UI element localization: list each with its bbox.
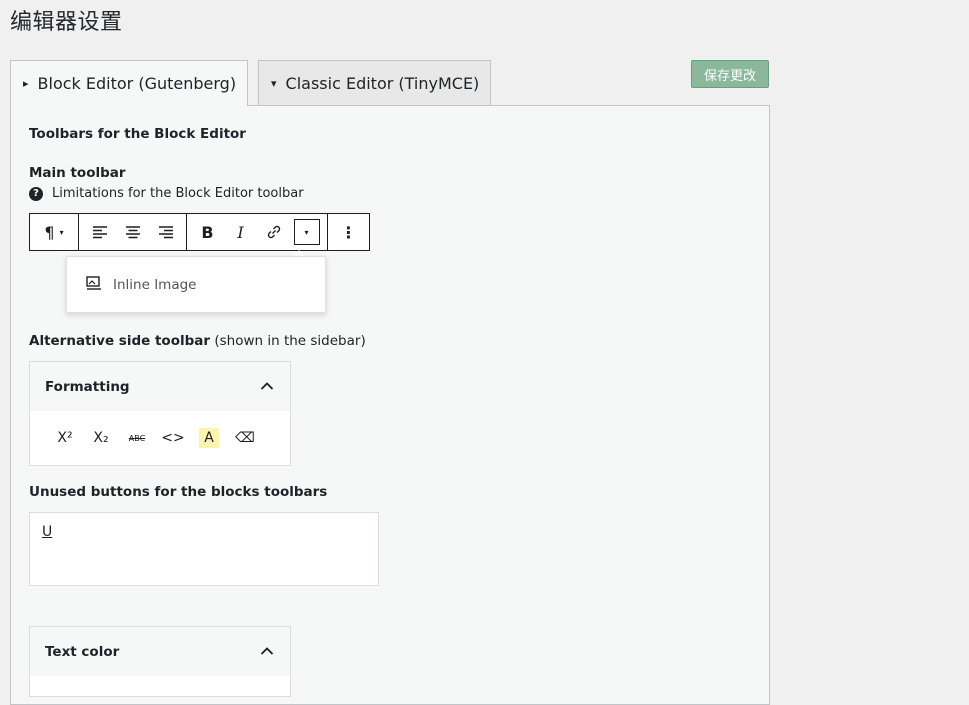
italic-icon[interactable]: I (224, 214, 257, 250)
chevron-up-icon[interactable] (260, 379, 274, 395)
unused-buttons-area[interactable]: U (29, 512, 379, 586)
align-center-icon[interactable] (116, 214, 149, 250)
save-changes-button[interactable]: 保存更改 (691, 60, 769, 88)
alt-side-toolbar-title: Alternative side toolbar (29, 333, 211, 349)
toolbar-group-options: ⋮ (328, 214, 369, 250)
superscript-icon[interactable]: X² (47, 420, 83, 456)
text-color-card-body (30, 676, 290, 696)
more-options-icon[interactable]: ⋮ (332, 214, 365, 250)
strikethrough-icon[interactable]: ABC (119, 420, 155, 456)
formatting-card-body: X² X₂ ABC <> A ⌫ (30, 411, 290, 465)
chevron-up-icon[interactable] (260, 644, 274, 660)
bold-icon[interactable]: B (191, 214, 224, 250)
tab-block-editor[interactable]: ▸ Block Editor (Gutenberg) (10, 60, 248, 106)
tab-expanded-arrow-icon: ▾ (271, 76, 277, 90)
clear-formatting-icon[interactable]: ⌫ (227, 420, 263, 456)
limitations-help[interactable]: ? Limitations for the Block Editor toolb… (29, 186, 304, 201)
subscript-icon[interactable]: X₂ (83, 420, 119, 456)
tab-label: Block Editor (Gutenberg) (37, 74, 237, 93)
tab-collapsed-arrow-icon: ▸ (23, 77, 29, 90)
page-title: 编辑器设置 (10, 10, 123, 35)
tab-classic-editor[interactable]: ▾ Classic Editor (TinyMCE) (258, 60, 491, 105)
formatting-card: Formatting X² X₂ ABC <> A ⌫ (29, 361, 291, 466)
main-toolbar: ¶ ▾ B I ▾ ⋮ (29, 213, 370, 251)
question-icon: ? (29, 186, 43, 201)
underline-icon[interactable]: U (42, 524, 52, 540)
toolbar-group-block: ¶ ▾ (30, 214, 79, 250)
toolbar-group-align (79, 214, 187, 250)
highlight-icon[interactable]: A (191, 420, 227, 456)
text-color-card: Text color (29, 626, 291, 697)
inline-image-icon (85, 275, 103, 295)
toolbars-heading: Toolbars for the Block Editor (29, 126, 246, 142)
more-formats-dropdown[interactable]: Inline Image (66, 256, 326, 313)
toolbar-group-format: B I ▾ (187, 214, 328, 250)
more-formats-chevron-down-icon[interactable]: ▾ (290, 214, 323, 250)
inline-code-icon[interactable]: <> (155, 420, 191, 456)
link-icon[interactable] (257, 214, 290, 250)
align-left-icon[interactable] (83, 214, 116, 250)
text-color-card-title: Text color (45, 643, 120, 660)
main-toolbar-label: Main toolbar (29, 165, 126, 181)
align-right-icon[interactable] (149, 214, 182, 250)
alt-side-toolbar-note: (shown in the sidebar) (210, 333, 366, 349)
alt-side-toolbar-label: Alternative side toolbar (shown in the s… (29, 333, 366, 349)
inline-image-item[interactable]: Inline Image (113, 277, 196, 293)
unused-buttons-heading: Unused buttons for the blocks toolbars (29, 484, 328, 500)
tab-label: Classic Editor (TinyMCE) (285, 73, 480, 93)
text-color-card-header[interactable]: Text color (30, 627, 290, 676)
formatting-card-header[interactable]: Formatting (30, 362, 290, 411)
limitations-link[interactable]: Limitations for the Block Editor toolbar (52, 186, 304, 201)
formatting-card-title: Formatting (45, 378, 130, 395)
paragraph-icon[interactable]: ¶ ▾ (34, 214, 74, 250)
